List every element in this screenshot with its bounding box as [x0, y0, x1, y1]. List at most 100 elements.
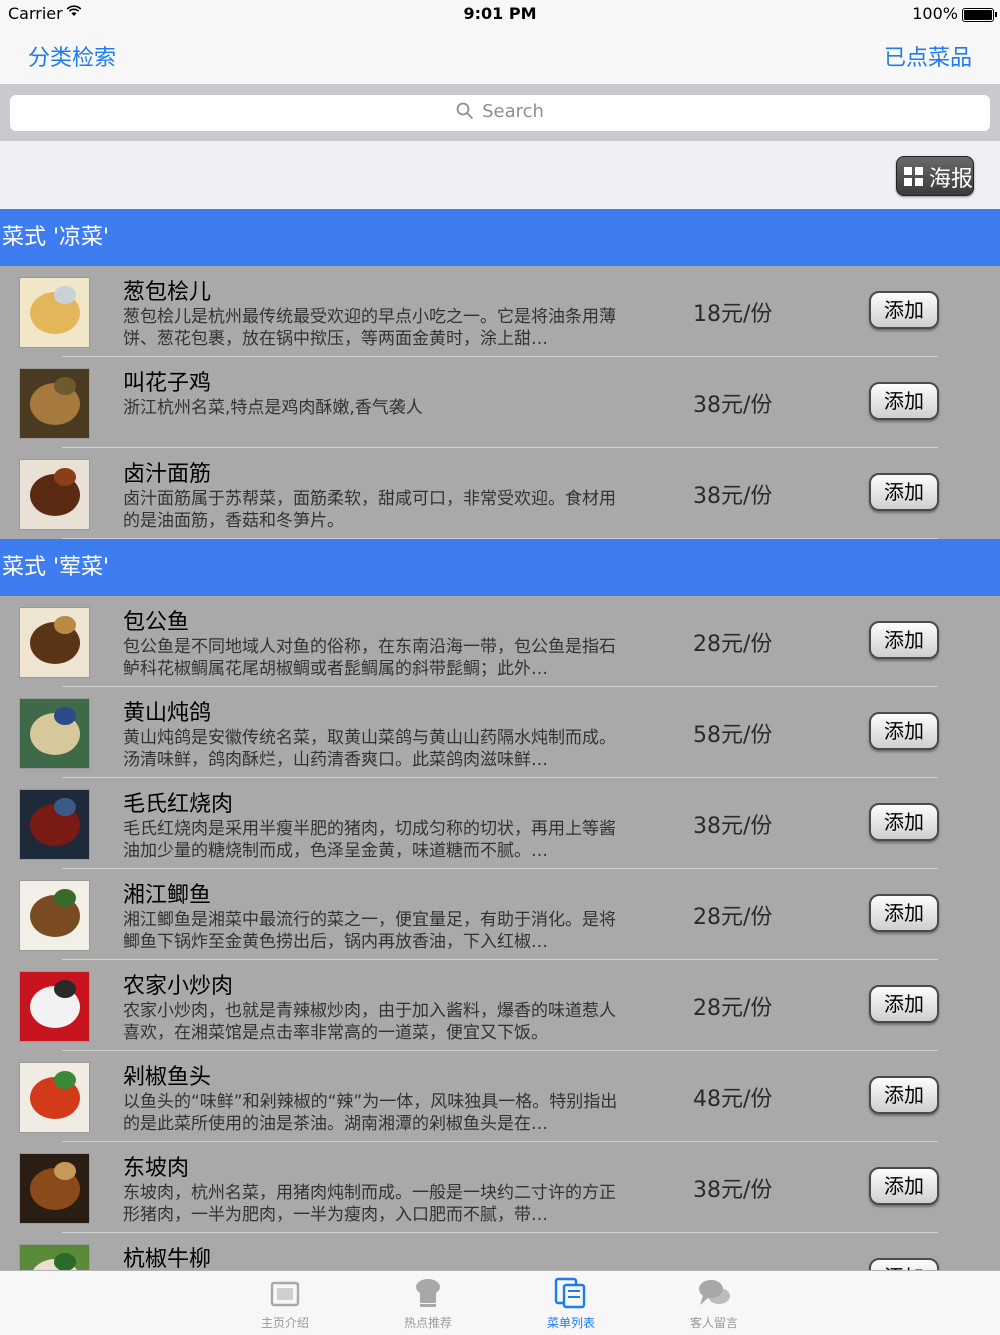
dish-price: 38元/份: [693, 1178, 773, 1203]
poster-button[interactable]: 海报: [896, 156, 974, 196]
dish-row[interactable]: 剁椒鱼头 以鱼头的“味鲜”和剁辣椒的“辣”为一体，风味独具一格。特别指出的是此菜所…: [0, 1051, 1000, 1142]
dish-name: 包公鱼: [123, 610, 190, 635]
dish-garnish: [54, 1253, 76, 1270]
dish-row[interactable]: 东坡肉 东坡肉，杭州名菜，用猪肉炖制而成。一般是一块约二寸许的方正形猪肉，一半为肥…: [0, 1142, 1000, 1233]
battery-icon: [962, 8, 997, 22]
dish-garnish: [54, 707, 76, 725]
home-icon: [270, 1281, 300, 1307]
battery-percent: 100%: [912, 4, 958, 23]
dish-garnish: [54, 889, 76, 907]
dish-description: 毛氏红烧肉是采用半瘦半肥的猪肉，切成匀称的切状，再用上等酱油加少量的糖烧制而成，…: [123, 819, 616, 861]
dish-photo: [19, 789, 90, 860]
tab-2[interactable]: 热点推荐: [373, 1271, 483, 1335]
tab-3[interactable]: 菜单列表: [516, 1271, 626, 1335]
dish-price: 38元/份: [693, 393, 773, 418]
dish-description: 葱包桧儿是杭州最传统最受欢迎的早点小吃之一。它是将油条用薄饼、葱花包裹，放在锅中…: [123, 307, 616, 349]
dish-garnish: [54, 286, 76, 304]
poster-button-label: 海报: [929, 167, 974, 192]
dish-description: 黄山炖鸽是安徽传统名菜，取黄山菜鸽与黄山山药隔水炖制而成。汤清味鲜，鸽肉酥烂，山…: [123, 728, 616, 770]
add-button[interactable]: 添加: [869, 621, 939, 659]
add-button[interactable]: 添加: [869, 1076, 939, 1114]
dish-price: 28元/份: [693, 905, 773, 930]
dish-name: 剁椒鱼头: [123, 1065, 212, 1090]
dish-name: 葱包桧儿: [123, 280, 212, 305]
section-header: 菜式 '荤菜': [0, 539, 1000, 596]
dish-row[interactable]: 湘江鲫鱼 湘江鲫鱼是湘菜中最流行的菜之一，便宜量足，有助于消化。是将鲫鱼下锅炸至金…: [0, 869, 1000, 960]
dish-price: 18元/份: [693, 302, 773, 327]
dish-row[interactable]: 杭椒牛柳 添加: [0, 1233, 1000, 1270]
dish-name: 黄山炖鸽: [123, 701, 212, 726]
dish-description: 浙江杭州名菜,特点是鸡肉酥嫩,香气袭人: [123, 398, 423, 418]
section-header: 菜式 '凉菜': [0, 209, 1000, 266]
add-button[interactable]: 添加: [869, 1167, 939, 1205]
dish-price: 48元/份: [693, 1087, 773, 1112]
dish-row[interactable]: 黄山炖鸽 黄山炖鸽是安徽传统名菜，取黄山菜鸽与黄山山药隔水炖制而成。汤清味鲜，鸽肉…: [0, 687, 1000, 778]
chef-hat-icon: [416, 1279, 440, 1307]
chat-bubbles-icon: [699, 1280, 730, 1305]
dish-description: 卤汁面筋属于苏帮菜，面筋柔软，甜咸可口，非常受欢迎。食材用的是油面筋，香菇和冬笋…: [123, 489, 616, 531]
dish-photo: [19, 607, 90, 678]
category-search-button[interactable]: 分类检索: [28, 40, 116, 72]
tab-label: 菜单列表: [546, 1316, 595, 1330]
dish-garnish: [54, 1162, 76, 1180]
menu-list-icon: [554, 1277, 586, 1309]
dish-row[interactable]: 叫花子鸡 浙江杭州名菜,特点是鸡肉酥嫩,香气袭人 38元/份 添加: [0, 357, 1000, 448]
dish-photo: [19, 1062, 90, 1133]
add-button[interactable]: 添加: [869, 1258, 939, 1270]
dish-row[interactable]: 卤汁面筋 卤汁面筋属于苏帮菜，面筋柔软，甜咸可口，非常受欢迎。食材用的是油面筋，香…: [0, 448, 1000, 539]
dish-photo: [19, 880, 90, 951]
add-button[interactable]: 添加: [869, 894, 939, 932]
dish-name: 东坡肉: [123, 1156, 190, 1181]
tab-1[interactable]: 主页介绍: [230, 1271, 340, 1335]
dish-photo: [19, 698, 90, 769]
navigation-bar: 分类检索 已点菜品: [0, 28, 1000, 85]
dish-list[interactable]: 菜式 '凉菜' 葱包桧儿 葱包桧儿是杭州最传统最受欢迎的早点小吃之一。它是将油条用薄…: [0, 209, 1000, 1270]
dish-garnish: [54, 616, 76, 634]
dish-price: 58元/份: [693, 723, 773, 748]
dish-name: 叫花子鸡: [123, 371, 212, 396]
grid-icon: [904, 167, 924, 187]
tab-4[interactable]: 客人留言: [659, 1271, 769, 1335]
add-button[interactable]: 添加: [869, 985, 939, 1023]
dish-photo: [19, 1244, 90, 1270]
dish-name: 卤汁面筋: [123, 462, 212, 487]
add-button[interactable]: 添加: [869, 473, 939, 511]
dish-photo: [19, 459, 90, 530]
tab-label: 主页介绍: [260, 1316, 309, 1330]
dish-row[interactable]: 农家小炒肉 农家小炒肉，也就是青辣椒炒肉，由于加入酱料，爆香的味道惹人喜欢，在湘菜…: [0, 960, 1000, 1051]
add-button[interactable]: 添加: [869, 382, 939, 420]
dish-description: 农家小炒肉，也就是青辣椒炒肉，由于加入酱料，爆香的味道惹人喜欢，在湘菜馆是点击率…: [123, 1001, 616, 1043]
add-button[interactable]: 添加: [869, 291, 939, 329]
dish-row[interactable]: 包公鱼 包公鱼是不同地域人对鱼的俗称，在东南沿海一带，包公鱼是指石鲈科花椒鲷属花尾…: [0, 596, 1000, 687]
search-placeholder: Search: [482, 101, 544, 122]
dish-photo: [19, 971, 90, 1042]
search-icon: [456, 102, 474, 120]
dish-name: 杭椒牛柳: [123, 1247, 212, 1270]
ordered-dishes-button[interactable]: 已点菜品: [884, 40, 972, 72]
dish-price: 38元/份: [693, 814, 773, 839]
dish-name: 湘江鲫鱼: [123, 883, 212, 908]
dish-price: 28元/份: [693, 996, 773, 1021]
dish-row[interactable]: 葱包桧儿 葱包桧儿是杭州最传统最受欢迎的早点小吃之一。它是将油条用薄饼、葱花包裹，…: [0, 266, 1000, 357]
dish-garnish: [54, 468, 76, 486]
dish-photo: [19, 368, 90, 439]
search-input[interactable]: Search: [10, 95, 990, 131]
dish-description: 湘江鲫鱼是湘菜中最流行的菜之一，便宜量足，有助于消化。是将鲫鱼下锅炸至金黄色捞出…: [123, 910, 616, 952]
clock: 9:01 PM: [463, 4, 537, 23]
dish-description: 以鱼头的“味鲜”和剁辣椒的“辣”为一体，风味独具一格。特别指出的是此菜所使用的油…: [123, 1092, 618, 1134]
add-button[interactable]: 添加: [869, 712, 939, 750]
tab-bar: 主页介绍 热点推荐 菜单列表 客人留言: [0, 1270, 1000, 1335]
dish-description: 包公鱼是不同地域人对鱼的俗称，在东南沿海一带，包公鱼是指石鲈科花椒鲷属花尾胡椒鲷…: [123, 637, 616, 679]
dish-garnish: [54, 798, 76, 816]
dish-price: 28元/份: [693, 632, 773, 657]
dish-row[interactable]: 毛氏红烧肉 毛氏红烧肉是采用半瘦半肥的猪肉，切成匀称的切状，再用上等酱油加少量的糖…: [0, 778, 1000, 869]
tab-label: 热点推荐: [403, 1316, 452, 1330]
search-bar: Search: [0, 85, 1000, 141]
add-button[interactable]: 添加: [869, 803, 939, 841]
dish-photo: [19, 1153, 90, 1224]
status-bar: Carrier 9:01 PM 100%: [0, 0, 1000, 28]
dish-description: 东坡肉，杭州名菜，用猪肉炖制而成。一般是一块约二寸许的方正形猪肉，一半为肥肉，一…: [123, 1183, 616, 1225]
dish-photo: [19, 277, 90, 348]
dish-name: 毛氏红烧肉: [123, 792, 234, 817]
dish-name: 农家小炒肉: [123, 974, 234, 999]
